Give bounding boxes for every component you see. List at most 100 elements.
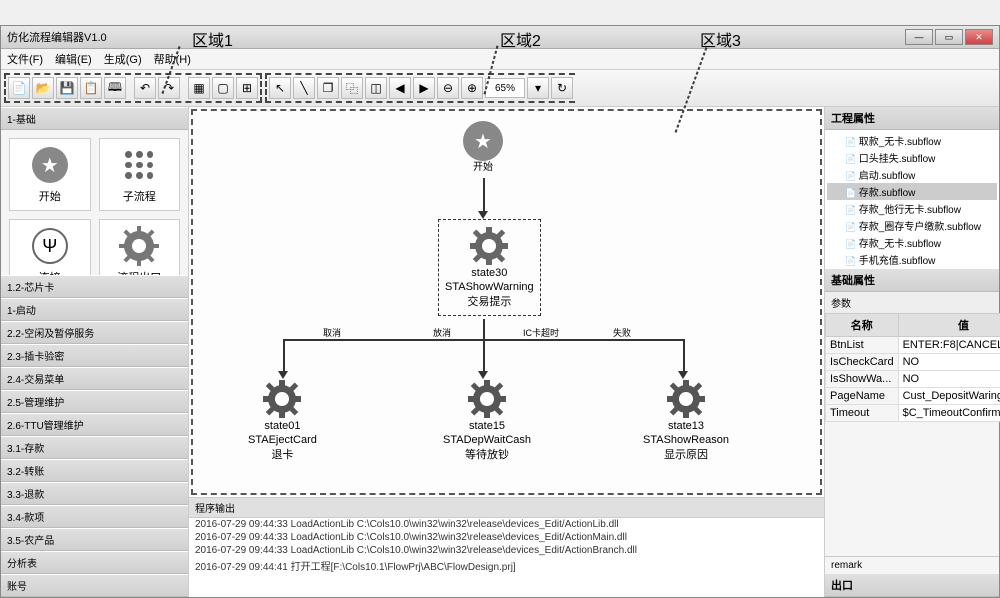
node-state30[interactable]: state30 STAShowWarning 交易提示 bbox=[438, 219, 541, 316]
node-state13[interactable]: state13 STAShowReason 显示原因 bbox=[643, 379, 729, 462]
zoomout-icon[interactable]: ⊖ bbox=[437, 77, 459, 99]
zoomin-icon[interactable]: ⊕ bbox=[461, 77, 483, 99]
window-controls: — ▭ ✕ bbox=[905, 29, 993, 45]
node-state15[interactable]: state15 STADepWaitCash 等待放钞 bbox=[443, 379, 531, 462]
tree-item[interactable]: 存款.subflow bbox=[827, 183, 997, 200]
dots-icon bbox=[121, 147, 157, 183]
refresh-icon[interactable]: ↻ bbox=[551, 77, 573, 99]
output-line: 2016-07-29 09:44:33 LoadActionLib C:\Col… bbox=[189, 531, 824, 544]
palette-section-account[interactable]: 账号 bbox=[1, 574, 188, 597]
region2-toolbar: ↖ ╲ ❐ ⿻ ◫ ◀ ▶ ⊖ ⊕ 65% ▾ ↻ bbox=[265, 73, 575, 103]
exit-title: 出口 bbox=[825, 574, 999, 597]
output-panel: 程序输出 2016-07-29 09:44:33 LoadActionLib C… bbox=[189, 497, 824, 597]
arrow-icon bbox=[478, 371, 488, 379]
open-icon[interactable]: 📂 bbox=[32, 77, 54, 99]
gear-icon bbox=[119, 226, 159, 266]
node-start[interactable]: ★ 开始 bbox=[463, 121, 503, 174]
prop-row[interactable]: BtnListENTER:F8|CANCEL:F7 bbox=[826, 336, 1000, 353]
props-title: 基础属性 bbox=[825, 269, 999, 292]
project-tree[interactable]: 取款_无卡.subflow 口头挂失.subflow 启动.subflow 存款… bbox=[825, 130, 999, 269]
trident-icon: Ψ bbox=[32, 228, 68, 264]
menubar: 文件(F) 编辑(E) 生成(G) 帮助(H) bbox=[1, 49, 999, 70]
prop-row[interactable]: Timeout$C_TimeoutConfirmInfo bbox=[826, 404, 1000, 421]
undo-icon[interactable]: ↶ bbox=[134, 77, 156, 99]
palette-section-22[interactable]: 2.2-空闲及暂停服务 bbox=[1, 321, 188, 344]
toolbar: 📄 📂 💾 📋 🕮 ↶ ↷ ▦ ▢ ⊞ ↖ ╲ ❐ ⿻ ◫ ◀ ▶ ⊖ ⊕ 65… bbox=[1, 70, 999, 107]
menu-file[interactable]: 文件(F) bbox=[7, 51, 43, 67]
output-line: 2016-07-29 09:44:33 LoadActionLib C:\Col… bbox=[189, 544, 824, 557]
forward-icon[interactable]: ▶ bbox=[413, 77, 435, 99]
new-icon[interactable]: 📄 bbox=[8, 77, 30, 99]
gear-icon bbox=[467, 379, 507, 419]
canvas[interactable]: ★ 开始 state30 STAShowWarning 交易提示 bbox=[191, 109, 822, 495]
annotation-region1: 区域1 bbox=[192, 27, 233, 51]
props-col-name: 名称 bbox=[826, 313, 899, 336]
palette-section-basic[interactable]: 1-基础 bbox=[1, 107, 188, 130]
tree-item[interactable]: 手机充值.subflow bbox=[827, 251, 997, 268]
palette-section-25[interactable]: 2.5-管理维护 bbox=[1, 390, 188, 413]
gear-icon bbox=[666, 379, 706, 419]
tree-item[interactable]: 取款_无卡.subflow bbox=[827, 132, 997, 149]
tree-item[interactable]: 存款_他行无卡.subflow bbox=[827, 200, 997, 217]
palette-section-1b[interactable]: 1-启动 bbox=[1, 298, 188, 321]
zoom-level[interactable]: 65% bbox=[485, 78, 525, 98]
edge-label: IC卡超时 bbox=[523, 326, 559, 339]
palette-start-label: 开始 bbox=[39, 188, 61, 204]
tool2-icon[interactable]: ⊞ bbox=[236, 77, 258, 99]
arrow-icon bbox=[478, 211, 488, 219]
palette-content: ★ 开始 子流程 Ψ 连接 流程出口 bbox=[1, 130, 188, 275]
annotation-region3: 区域3 bbox=[700, 27, 741, 51]
project-title: 工程属性 bbox=[825, 107, 999, 130]
edge-label: 放消 bbox=[433, 326, 451, 339]
props-remark: remark bbox=[825, 556, 999, 574]
edge bbox=[483, 319, 485, 339]
redo-icon[interactable]: ↷ bbox=[158, 77, 180, 99]
palette-connect[interactable]: Ψ 连接 bbox=[9, 219, 91, 275]
palette-section-31[interactable]: 3.1-存款 bbox=[1, 436, 188, 459]
close-button[interactable]: ✕ bbox=[965, 29, 993, 45]
right-panel: 工程属性 取款_无卡.subflow 口头挂失.subflow 启动.subfl… bbox=[824, 107, 999, 597]
palette-section-analytics[interactable]: 分析表 bbox=[1, 551, 188, 574]
line-icon[interactable]: ╲ bbox=[293, 77, 315, 99]
star-icon: ★ bbox=[32, 147, 68, 183]
minimize-button[interactable]: — bbox=[905, 29, 933, 45]
save-icon[interactable]: 💾 bbox=[56, 77, 78, 99]
prop-row[interactable]: PageNameCust_DepositWaring.htm bbox=[826, 387, 1000, 404]
palette-start[interactable]: ★ 开始 bbox=[9, 138, 91, 211]
node-state13-label: state13 STAShowReason 显示原因 bbox=[643, 419, 729, 462]
palette-section-34[interactable]: 3.4-款项 bbox=[1, 505, 188, 528]
tree-item[interactable]: 存款_无卡.subflow bbox=[827, 234, 997, 251]
palette-section-12[interactable]: 1.2-芯片卡 bbox=[1, 275, 188, 298]
menu-edit[interactable]: 编辑(E) bbox=[55, 51, 92, 67]
prop-row[interactable]: IsCheckCardNO bbox=[826, 353, 1000, 370]
tree-item[interactable]: 存款_圈存专户缴款.subflow bbox=[827, 217, 997, 234]
saveall-icon[interactable]: 📋 bbox=[80, 77, 102, 99]
print-icon[interactable]: 🕮 bbox=[104, 77, 126, 99]
center-panel: ★ 开始 state30 STAShowWarning 交易提示 bbox=[189, 107, 824, 597]
node-state01[interactable]: state01 STAEjectCard 退卡 bbox=[248, 379, 317, 462]
tree-item[interactable]: 启动.subflow bbox=[827, 166, 997, 183]
node-state01-label: state01 STAEjectCard 退卡 bbox=[248, 419, 317, 462]
copy-icon[interactable]: ❐ bbox=[317, 77, 339, 99]
palette-section-32[interactable]: 3.2-转账 bbox=[1, 459, 188, 482]
tool1-icon[interactable]: ▢ bbox=[212, 77, 234, 99]
palette-subflow[interactable]: 子流程 bbox=[99, 138, 181, 211]
palette-section-26[interactable]: 2.6-TTU管理维护 bbox=[1, 413, 188, 436]
maximize-button[interactable]: ▭ bbox=[935, 29, 963, 45]
palette-section-23[interactable]: 2.3-插卡验密 bbox=[1, 344, 188, 367]
pointer-icon[interactable]: ↖ bbox=[269, 77, 291, 99]
paste-icon[interactable]: ⿻ bbox=[341, 77, 363, 99]
prop-row[interactable]: IsShowWa...NO bbox=[826, 370, 1000, 387]
zoom-dropdown-icon[interactable]: ▾ bbox=[527, 77, 549, 99]
output-line: 2016-07-29 09:44:33 LoadActionLib C:\Col… bbox=[189, 518, 824, 531]
main-area: 1-基础 ★ 开始 子流程 Ψ 连接 流程出口 bbox=[1, 107, 999, 597]
menu-generate[interactable]: 生成(G) bbox=[104, 51, 142, 67]
back-icon[interactable]: ◀ bbox=[389, 77, 411, 99]
palette-section-33[interactable]: 3.3-退款 bbox=[1, 482, 188, 505]
palette-section-35[interactable]: 3.5-农产品 bbox=[1, 528, 188, 551]
palette-section-24[interactable]: 2.4-交易菜单 bbox=[1, 367, 188, 390]
grid-icon[interactable]: ▦ bbox=[188, 77, 210, 99]
palette-flowexit[interactable]: 流程出口 bbox=[99, 219, 181, 275]
tree-item[interactable]: 口头挂失.subflow bbox=[827, 149, 997, 166]
layout-icon[interactable]: ◫ bbox=[365, 77, 387, 99]
